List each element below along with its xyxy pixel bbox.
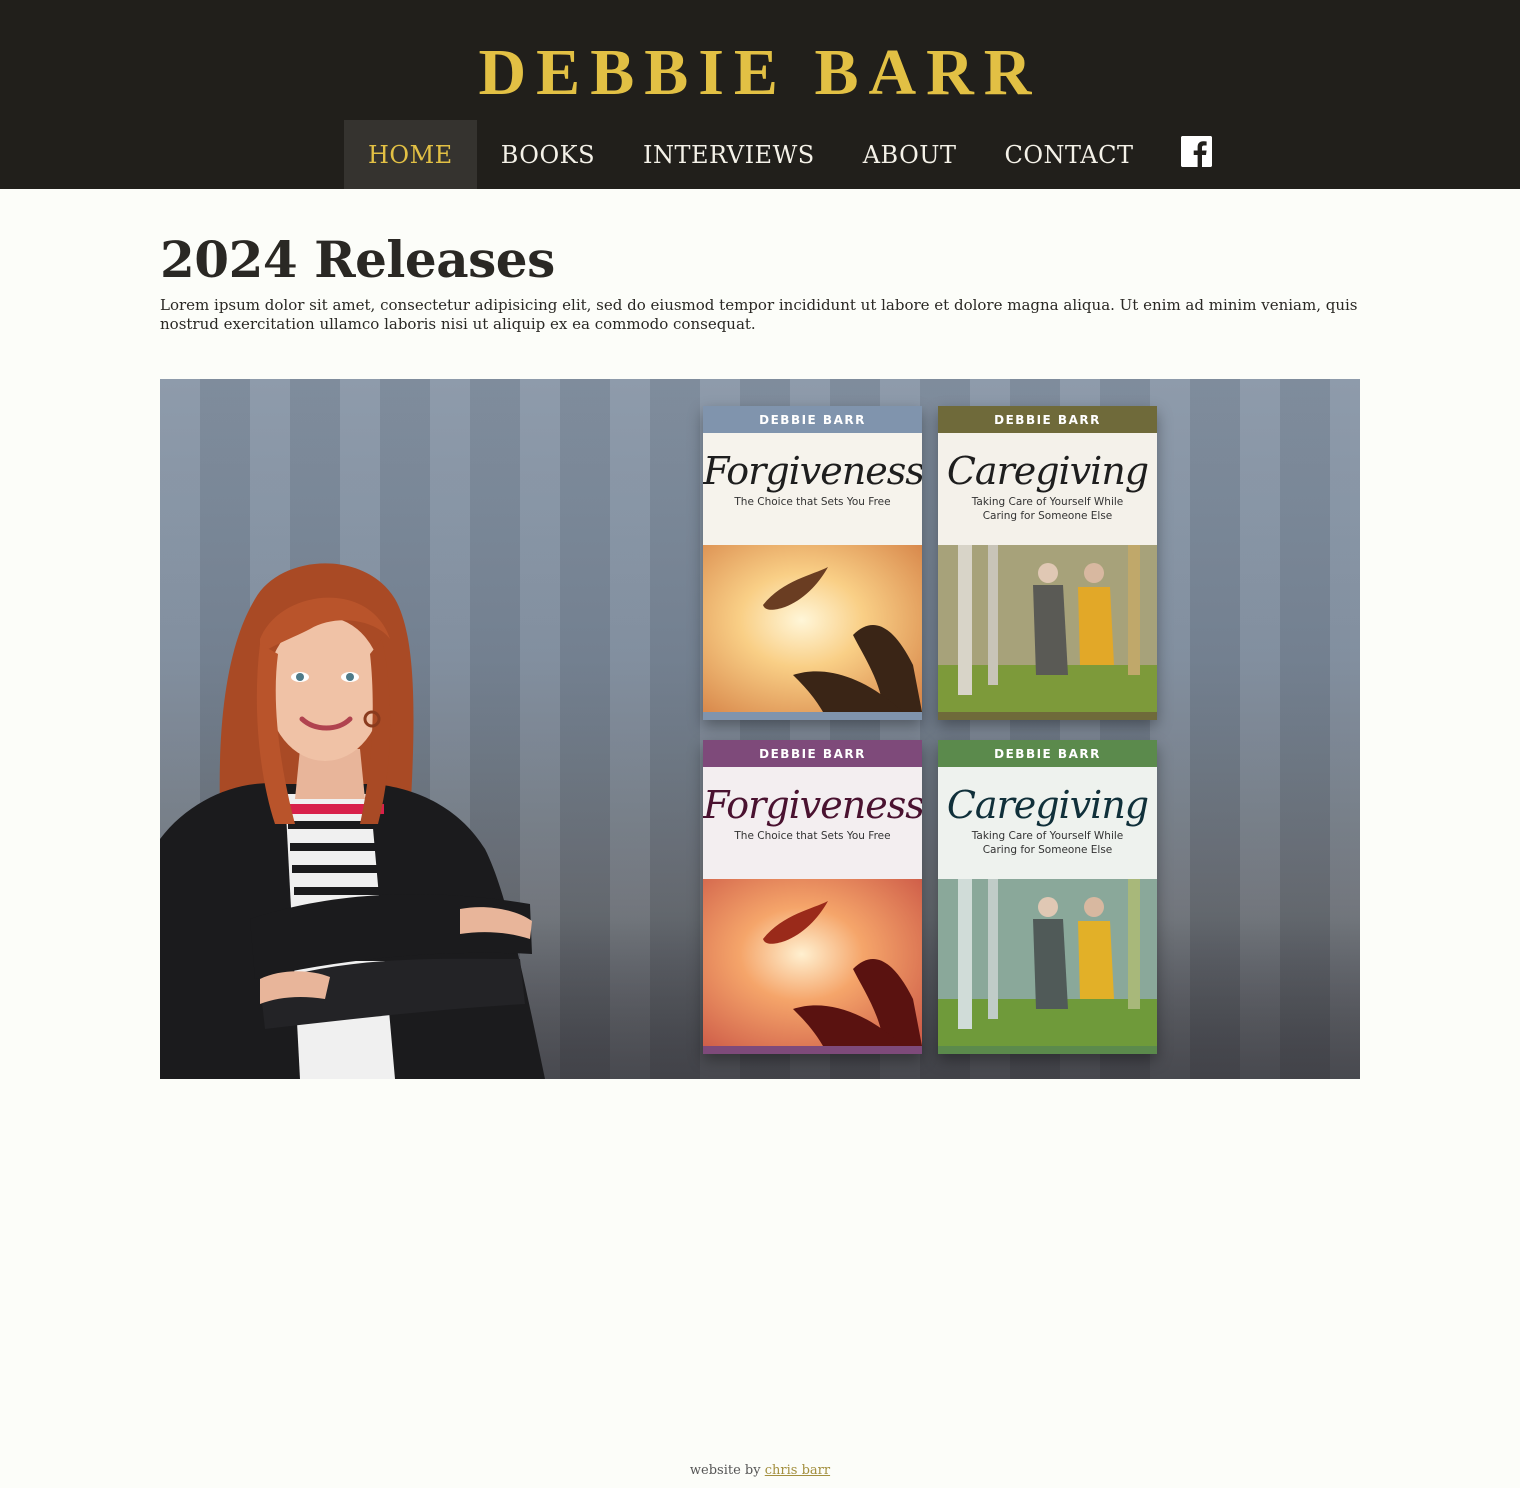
dove-hands-image [703,879,922,1046]
book-cover[interactable]: DEBBIE BARR Caregiving Taking Care of Yo… [938,406,1157,720]
book-cover[interactable]: DEBBIE BARR Forgiveness The Choice that … [703,406,922,720]
book-title: Forgiveness [703,449,922,493]
book-author-band: DEBBIE BARR [703,406,922,433]
nav-books[interactable]: BOOKS [477,120,619,189]
main-nav: HOME BOOKS INTERVIEWS ABOUT CONTACT [344,120,1236,189]
intro-text: Lorem ipsum dolor sit amet, consectetur … [160,296,1358,333]
book-title: Forgiveness [703,783,922,827]
nav-contact[interactable]: CONTACT [981,120,1158,189]
facebook-link[interactable] [1157,114,1236,189]
book-title: Caregiving [946,783,1149,827]
facebook-icon [1181,136,1213,167]
site-footer: website by chris barr [0,1463,1520,1478]
book-subtitle: The Choice that Sets You Free [734,830,891,842]
couple-walking-image [938,545,1157,712]
nav-about[interactable]: ABOUT [839,120,981,189]
site-header: DEBBIE BARR HOME BOOKS INTERVIEWS ABOUT … [0,0,1520,189]
book-subtitle: Taking Care of Yourself While Caring for… [971,496,1124,522]
page-title: 2024 Releases [160,230,555,289]
book-cover[interactable]: DEBBIE BARR Caregiving Taking Care of Yo… [938,740,1157,1054]
book-author-band: DEBBIE BARR [938,740,1157,767]
footer-credit-link[interactable]: chris barr [765,1463,830,1478]
dove-hands-image [703,545,922,712]
nav-interviews[interactable]: INTERVIEWS [619,120,839,189]
nav-home[interactable]: HOME [344,120,477,189]
footer-credit: website by [689,1463,765,1478]
book-subtitle: Taking Care of Yourself While Caring for… [971,830,1124,856]
couple-walking-image [938,879,1157,1046]
book-author-band: DEBBIE BARR [703,740,922,767]
book-title: Caregiving [946,449,1149,493]
book-cover[interactable]: DEBBIE BARR Forgiveness The Choice that … [703,740,922,1054]
site-title[interactable]: DEBBIE BARR [0,38,1520,108]
hero-banner: DEBBIE BARR Forgiveness The Choice that … [160,379,1360,1079]
author-photo [160,563,545,1079]
book-subtitle: The Choice that Sets You Free [734,496,891,508]
book-author-band: DEBBIE BARR [938,406,1157,433]
